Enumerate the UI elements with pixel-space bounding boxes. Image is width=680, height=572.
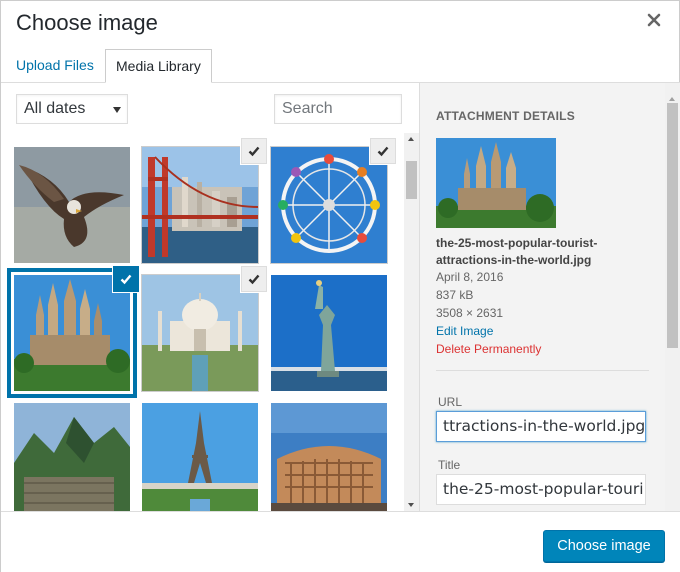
grid-scrollbar[interactable]: [404, 133, 419, 511]
details-scrollbar[interactable]: [665, 83, 680, 511]
check-icon[interactable]: [370, 138, 396, 164]
thumbnail-image: [271, 403, 387, 511]
scroll-thumb[interactable]: [667, 103, 678, 348]
details-thumbnail: [436, 138, 556, 228]
modal-footer: Choose image: [1, 511, 680, 572]
thumbnail-image: [142, 403, 258, 511]
scroll-thumb[interactable]: [406, 161, 417, 199]
check-icon[interactable]: [113, 266, 139, 292]
media-item-taj-mahal[interactable]: [142, 266, 267, 391]
title-field[interactable]: the-25-most-popular-touri: [436, 474, 646, 505]
thumbnail-image: [14, 275, 130, 391]
tab-media-library[interactable]: Media Library: [105, 49, 212, 83]
media-modal: Choose image Upload Files Media Library …: [0, 0, 680, 572]
media-item-machu-picchu[interactable]: [14, 403, 130, 511]
scroll-up-icon[interactable]: [669, 97, 675, 101]
media-item-ferris-wheel[interactable]: [271, 138, 396, 263]
scroll-down-icon[interactable]: [408, 503, 414, 507]
attachments-grid: [1, 133, 404, 511]
thumbnail-image: [271, 275, 387, 391]
media-item-golden-gate[interactable]: [142, 138, 267, 263]
chevron-down-icon: [113, 107, 121, 113]
media-item-eagle[interactable]: [14, 147, 130, 263]
thumbnail-image: [142, 147, 258, 263]
close-icon[interactable]: [645, 11, 663, 29]
search-input[interactable]: [274, 94, 402, 124]
details-divider: [436, 370, 649, 371]
details-dimensions: 3508 × 2631: [436, 306, 504, 320]
url-label: URL: [438, 395, 463, 409]
check-icon[interactable]: [241, 138, 267, 164]
details-filename: the-25-most-popular-tourist-attractions-…: [436, 236, 598, 267]
attachment-details-panel: ATTACHMENT DETAILS the-25-most-popular-t…: [419, 83, 680, 511]
media-item-statue-of-liberty[interactable]: [271, 275, 387, 391]
thumbnail-image: [142, 275, 258, 391]
media-item-colosseum[interactable]: [271, 403, 387, 511]
edit-image-link[interactable]: Edit Image: [436, 324, 493, 338]
date-filter-value: All dates: [24, 100, 86, 117]
tab-upload-files[interactable]: Upload Files: [6, 49, 104, 83]
scroll-up-icon[interactable]: [408, 137, 414, 141]
date-filter-select[interactable]: All dates: [16, 94, 128, 124]
media-item-eiffel-tower[interactable]: [142, 403, 258, 511]
thumbnail-image: [14, 403, 130, 511]
url-field[interactable]: ttractions-in-the-world.jpg: [436, 411, 646, 442]
choose-image-button[interactable]: Choose image: [543, 530, 665, 562]
check-icon[interactable]: [241, 266, 267, 292]
media-item-sagrada-familia[interactable]: [14, 266, 139, 391]
thumbnail-image: [14, 147, 130, 263]
details-date: April 8, 2016: [436, 270, 504, 284]
tab-bar: Upload Files Media Library: [1, 45, 680, 83]
details-filesize: 837 kB: [436, 288, 474, 302]
title-label: Title: [438, 458, 461, 472]
details-heading: ATTACHMENT DETAILS: [436, 109, 575, 123]
thumbnail-image: [271, 147, 387, 263]
delete-permanently-link[interactable]: Delete Permanently: [436, 342, 541, 356]
modal-title: Choose image: [16, 10, 158, 35]
